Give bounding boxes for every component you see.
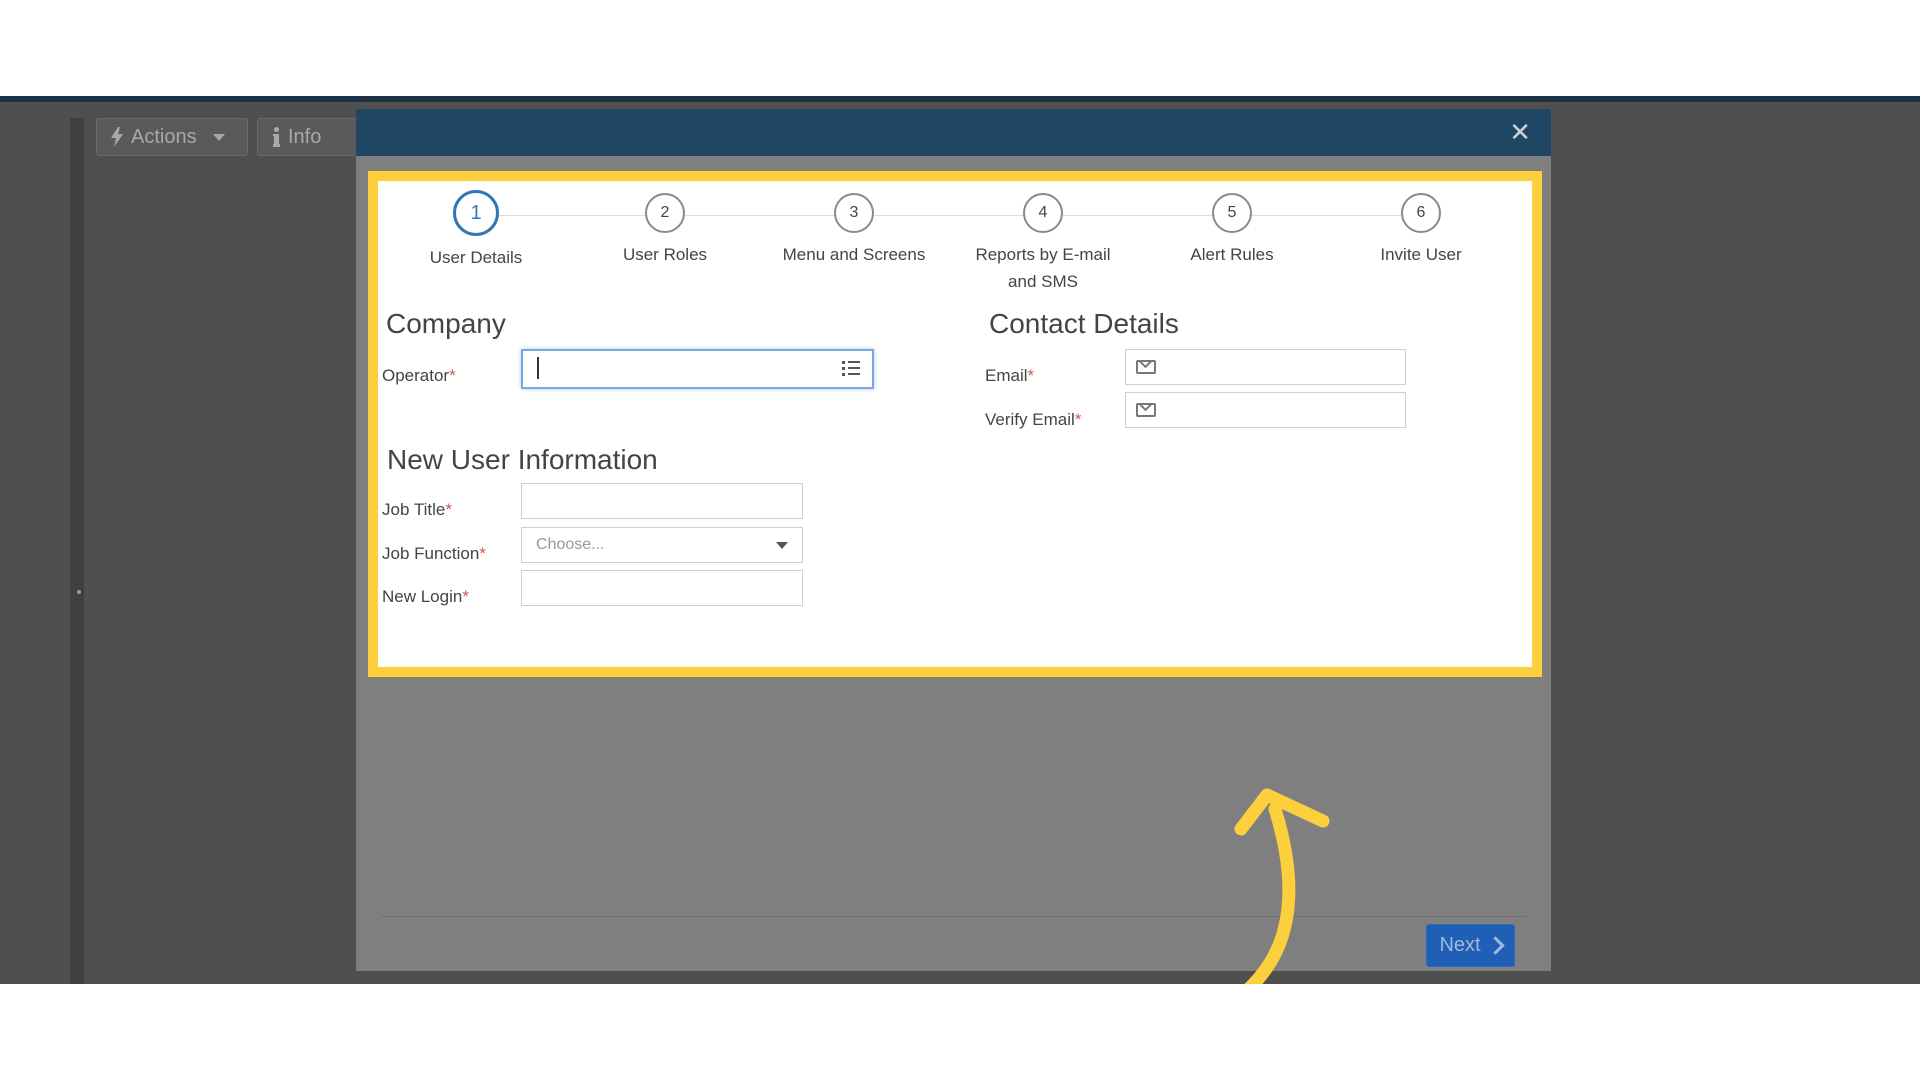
new-user-modal: ✕ 1 User Details 2 User Roles 3 Menu and…: [356, 109, 1551, 971]
text-cursor: [537, 357, 539, 379]
info-label: Info: [288, 125, 322, 148]
modal-header: ✕: [356, 109, 1551, 156]
wizard-steps: 1 User Details 2 User Roles 3 Menu and S…: [378, 181, 1532, 301]
step-user-roles[interactable]: 2 User Roles: [580, 193, 750, 268]
caret-down-icon: [212, 133, 225, 141]
sidebar-edge: [70, 118, 84, 984]
step-label: User Roles: [622, 245, 708, 264]
required-marker: *: [462, 587, 469, 606]
actions-button[interactable]: Actions: [96, 118, 248, 156]
lightning-icon: [111, 127, 123, 147]
step-menu-and-screens[interactable]: 3 Menu and Screens: [769, 193, 939, 268]
step-number: 6: [1401, 193, 1441, 233]
required-marker: *: [445, 500, 452, 519]
step-number: 1: [453, 190, 499, 236]
step-number: 5: [1212, 193, 1252, 233]
caret-down-icon: [776, 542, 788, 549]
contact-heading: Contact Details: [989, 308, 1179, 339]
company-heading: Company: [386, 308, 506, 339]
next-label: Next: [1439, 934, 1481, 956]
step-number: 2: [645, 193, 685, 233]
list-icon[interactable]: [842, 360, 860, 376]
job-function-select[interactable]: Choose...: [521, 527, 803, 563]
required-marker: *: [1074, 410, 1082, 429]
step-label: Alert Rules: [1190, 245, 1274, 264]
required-marker: *: [1027, 366, 1035, 385]
page-backdrop: Actions Info ✕ 1 User Details 2 User Rol…: [0, 96, 1920, 984]
step-label: Menu and Screens: [782, 245, 926, 264]
job-function-value: Choose...: [536, 536, 605, 553]
actions-label: Actions: [131, 125, 197, 148]
info-button[interactable]: Info: [257, 118, 357, 156]
step-reports[interactable]: 4 Reports by E-mail and SMS: [963, 193, 1123, 295]
info-icon: [273, 127, 280, 147]
step-label: User Details: [429, 248, 523, 267]
verify-email-input[interactable]: [1125, 392, 1406, 428]
job-function-label: Job Function*: [382, 544, 486, 563]
operator-label: Operator*: [382, 366, 456, 385]
verify-email-label: Verify Email*: [985, 410, 1082, 429]
close-icon[interactable]: ✕: [1509, 117, 1531, 147]
new-user-heading: New User Information: [387, 444, 658, 475]
job-title-input[interactable]: [521, 483, 803, 519]
step-alert-rules[interactable]: 5 Alert Rules: [1147, 193, 1317, 268]
email-input[interactable]: [1125, 349, 1406, 385]
required-marker: *: [479, 544, 486, 563]
operator-input[interactable]: [521, 349, 874, 389]
new-login-input[interactable]: [521, 570, 803, 606]
highlighted-form-area: 1 User Details 2 User Roles 3 Menu and S…: [368, 171, 1542, 677]
sidebar-handle: [77, 590, 81, 594]
step-label: Invite User: [1380, 245, 1462, 264]
step-invite-user[interactable]: 6 Invite User: [1336, 193, 1506, 268]
pointer-arrow-icon: [1234, 788, 1330, 984]
required-marker: *: [449, 366, 456, 385]
footer-divider: [381, 916, 1526, 917]
top-bar: [0, 96, 1920, 102]
new-login-label: New Login*: [382, 587, 469, 606]
next-button[interactable]: Next: [1426, 924, 1515, 967]
email-label: Email*: [985, 366, 1035, 385]
step-user-details[interactable]: 1 User Details: [391, 190, 561, 271]
step-label: Reports by E-mail and SMS: [975, 245, 1111, 291]
job-title-label: Job Title*: [382, 500, 452, 519]
envelope-icon: [1136, 403, 1156, 417]
step-number: 3: [834, 193, 874, 233]
step-number: 4: [1023, 193, 1063, 233]
envelope-icon: [1136, 360, 1156, 374]
chevron-right-icon: [1485, 936, 1505, 955]
